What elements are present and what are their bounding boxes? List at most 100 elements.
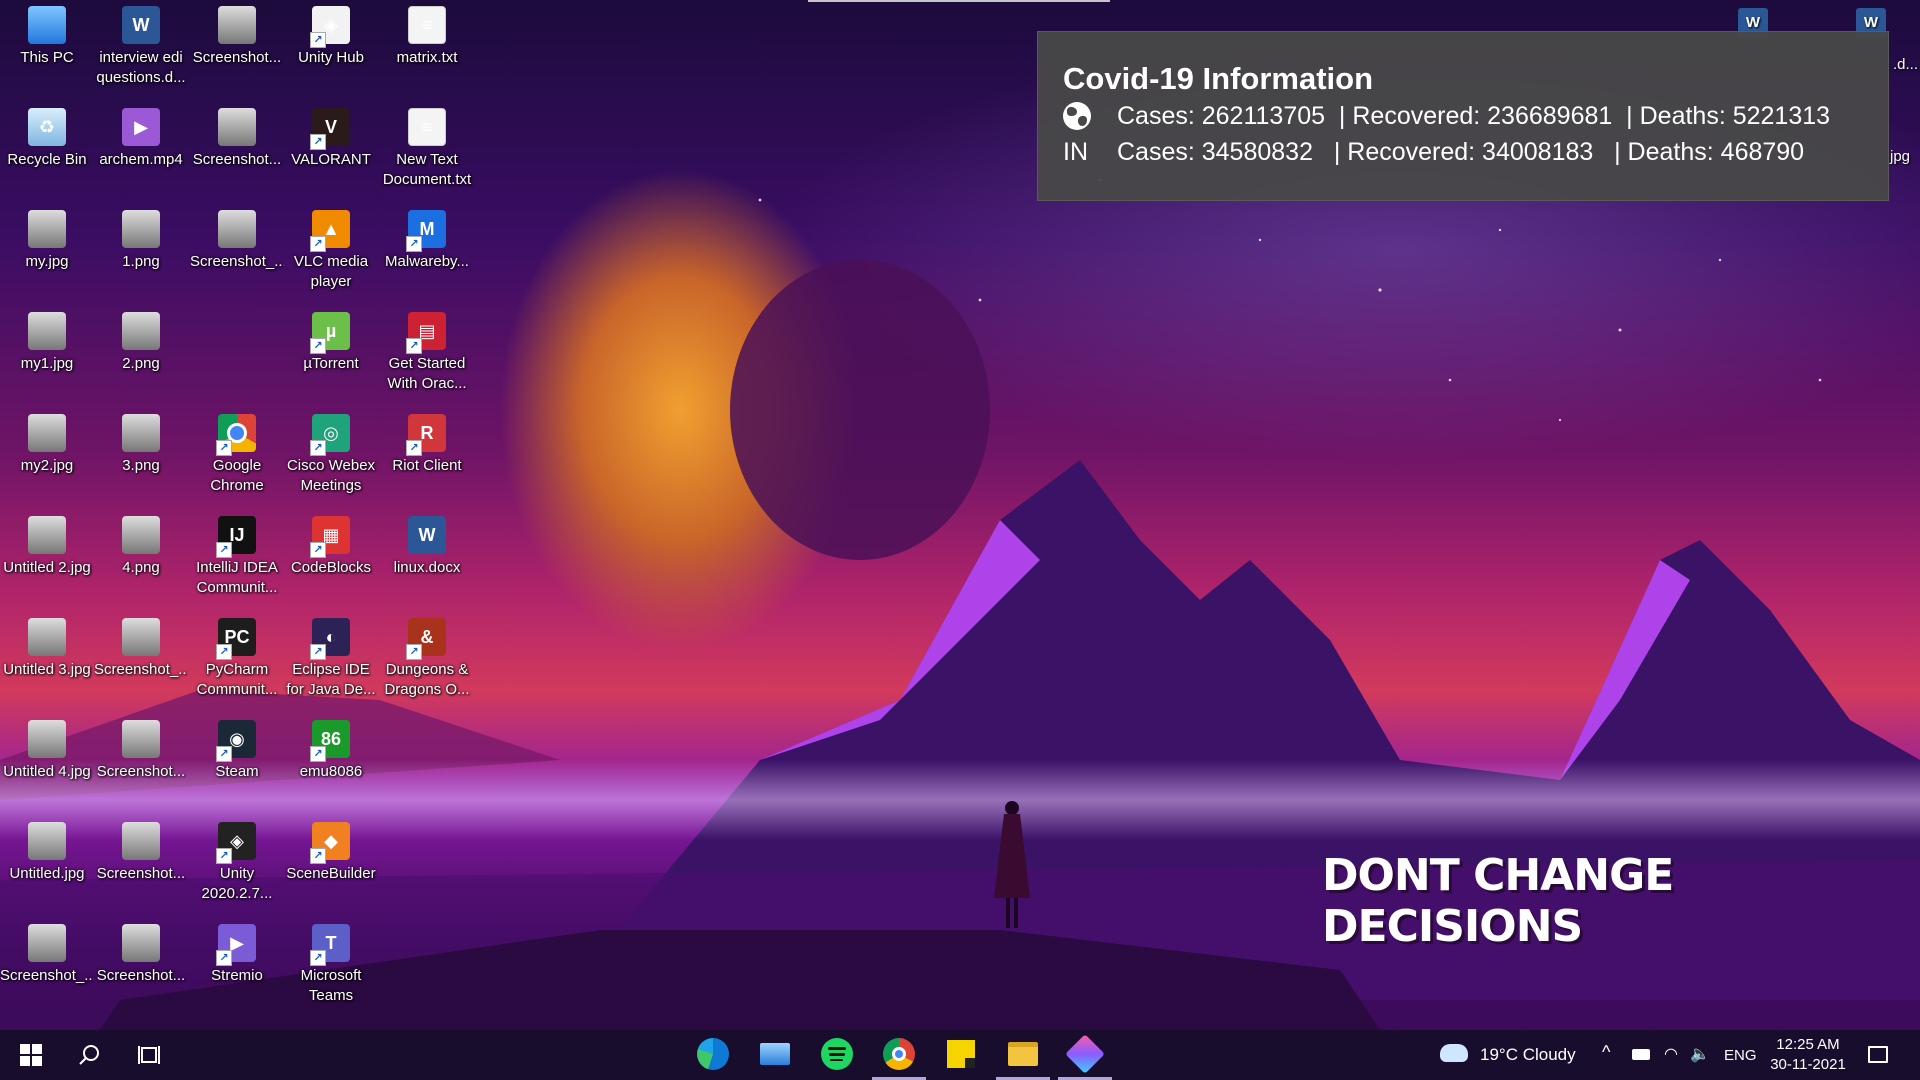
volume-icon[interactable]: 🔈 [1690,1045,1710,1065]
desktop-icon[interactable]: 3.png [94,408,188,476]
desktop-icon[interactable]: Winterview edi questions.d... [94,0,188,88]
desktop-icon[interactable]: ▦CodeBlocks [284,510,378,578]
desktop-icon-label: Screenshot... [96,865,186,882]
riot-client-icon: R [406,414,446,456]
language-indicator[interactable]: ENG [1724,1046,1757,1066]
desktop-icon[interactable]: my2.jpg [0,408,94,476]
intellij-icon: IJ [216,516,256,558]
notification-center-icon[interactable] [1868,1046,1888,1063]
text-file-icon: ≡ [408,108,446,146]
taskbar-spotify[interactable] [810,1030,864,1080]
desktop-icon[interactable]: Untitled 3.jpg [0,612,94,680]
desktop-icon[interactable]: ≡ matrix.txt [380,0,474,68]
taskbar-snipping-tool[interactable] [1058,1030,1112,1080]
desktop-icon[interactable]: ◎Cisco Webex Meetings [284,408,378,496]
taskbar-file-explorer[interactable] [996,1030,1050,1080]
desktop-icon-label: PyCharm Communit... [196,661,278,698]
clock[interactable]: 12:25 AM 30-11-2021 [1764,1035,1852,1075]
desktop-icon[interactable]: ♻ Recycle Bin [0,102,94,170]
desktop-icon-label: 1.png [122,253,160,270]
taskbar-chrome[interactable] [872,1030,926,1080]
desktop-icon[interactable]: PCPyCharm Communit... [190,612,284,700]
weather-icon[interactable] [1440,1044,1468,1062]
desktop-icon[interactable]: ◐Eclipse IDE for Java De... [284,612,378,700]
desktop-icon[interactable]: Google Chrome [190,408,284,496]
desktop-icon[interactable]: ◆SceneBuilder [284,816,378,884]
desktop-icon[interactable]: VVALORANT [284,102,378,170]
word-document-icon: W [122,6,160,44]
desktop-icon-label: Steam [215,763,259,780]
global-stats-row: Cases: 262113705 | Recovered: 236689681 … [1063,98,1888,134]
desktop-icon[interactable]: 2.png [94,306,188,374]
this-pc-icon [28,6,66,44]
desktop-icon[interactable]: Screenshot... [94,714,188,782]
desktop-icon-label: Untitled 2.jpg [3,559,91,576]
desktop-icon[interactable]: Untitled 2.jpg [0,510,94,578]
battery-icon[interactable] [1632,1049,1650,1060]
desktop-icon[interactable]: ▲VLC media player [284,204,378,292]
desktop-icon-label: matrix.txt [396,49,458,66]
desktop-icon[interactable]: Wlinux.docx [380,510,474,578]
desktop-icon[interactable]: ◉Steam [190,714,284,782]
task-view-button[interactable] [122,1030,176,1080]
desktop-icon-label: Cisco Webex Meetings [286,457,376,494]
weather-text[interactable]: 19°C Cloudy [1480,1045,1576,1065]
desktop-icon[interactable]: ▶ archem.mp4 [94,102,188,170]
desktop-icon[interactable]: my.jpg [0,204,94,272]
image-file-icon [122,210,160,248]
desktop-icon-label: Riot Client [392,457,462,474]
desktop-icon[interactable]: Screenshot_... [190,204,284,272]
desktop-icon[interactable]: ▶Stremio [190,918,284,986]
desktop-icon[interactable]: 4.png [94,510,188,578]
desktop-icon[interactable]: 1.png [94,204,188,272]
taskbar-sticky-notes[interactable] [934,1030,988,1080]
wifi-icon[interactable]: ◠ [1664,1045,1678,1065]
taskbar: 19°C Cloudy ^ ◠ 🔈 ENG 12:25 AM 30-11-202… [0,1030,1920,1080]
desktop-icon[interactable]: µµTorrent [284,306,378,374]
wallpaper-quote: DONT CHANGE DECISIONS [1322,850,1674,952]
search-button[interactable] [62,1030,116,1080]
desktop-icon-label: CodeBlocks [290,559,372,576]
taskbar-edge[interactable] [686,1030,740,1080]
desktop-icon[interactable]: Untitled 4.jpg [0,714,94,782]
desktop-icon[interactable]: &Dungeons & Dragons O... [380,612,474,700]
desktop-icon[interactable]: IJIntelliJ IDEA Communit... [190,510,284,598]
desktop-icon[interactable]: Screenshot... [190,102,284,170]
desktop-icon[interactable]: RRiot Client [380,408,474,476]
image-file-icon [218,210,256,248]
desktop-icon-label: Unity Hub [298,49,364,66]
desktop-icon[interactable]: 86emu8086 [284,714,378,782]
desktop-icon[interactable]: my1.jpg [0,306,94,374]
start-button[interactable] [4,1030,58,1080]
desktop-icon[interactable]: ◈Unity 2020.2.7... [190,816,284,904]
desktop-icon-label: interview edi questions.d... [96,49,186,86]
taskbar-this-pc[interactable] [748,1030,802,1080]
image-file-icon [122,312,160,350]
india-stats: Cases: 34580832 | Recovered: 34008183 | … [1117,138,1805,166]
desktop-icon-label: Stremio [211,967,263,984]
clock-time: 12:25 AM [1776,1036,1840,1053]
desktop-icon-label: archem.mp4 [99,151,183,168]
desktop-icon[interactable]: Untitled.jpg [0,816,94,884]
desktop-icon[interactable]: ▤Get Started With Orac... [380,306,474,394]
windows-logo-icon [20,1044,42,1066]
desktop-icon-label: Screenshot... [96,763,186,780]
image-file-icon [122,414,160,452]
desktop-icon[interactable]: Screenshot_... [94,612,188,680]
image-file-icon [122,516,160,554]
desktop-icon[interactable]: This PC [0,0,94,68]
desktop-icon[interactable]: Screenshot... [94,816,188,884]
widget-title: Covid-19 Information [1063,61,1374,96]
desktop-icon[interactable]: Screenshot... [190,0,284,68]
snipping-tool-icon [1065,1033,1105,1074]
desktop-icon[interactable]: ◈Unity Hub [284,0,378,68]
desktop-icon-label: New Text Document.txt [382,151,472,188]
unity-hub-icon: ◈ [310,6,350,48]
desktop-icon[interactable]: MMalwareby... [380,204,474,272]
chevron-up-icon[interactable]: ^ [1602,1042,1610,1062]
desktop-icon[interactable]: Screenshot_... [0,918,94,986]
desktop-icon[interactable]: Screenshot... [94,918,188,986]
desktop-icon[interactable]: TMicrosoft Teams [284,918,378,1006]
desktop-icon-label: Screenshot_... [0,967,94,984]
desktop-icon[interactable]: ≡ New Text Document.txt [380,102,474,190]
